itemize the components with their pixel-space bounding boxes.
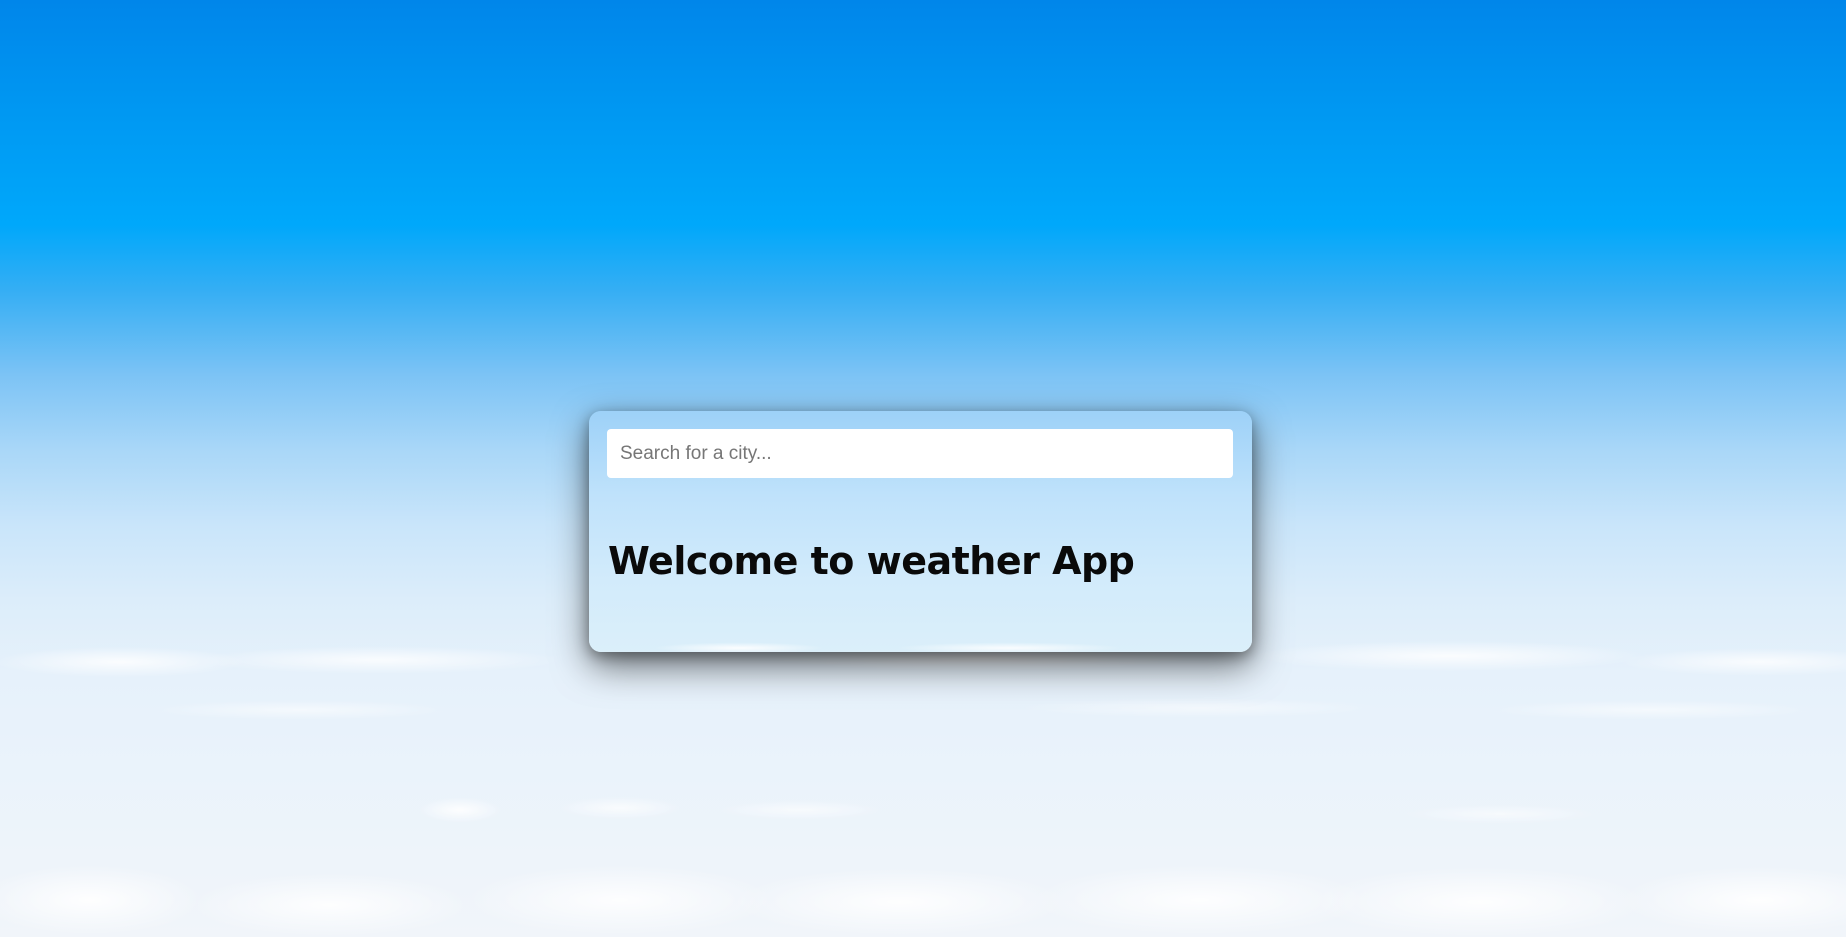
weather-card: Welcome to weather App <box>589 411 1252 652</box>
cloud-band <box>0 690 1846 730</box>
cloud-band <box>0 840 1846 937</box>
city-search-input[interactable] <box>607 429 1233 478</box>
cloud-band <box>0 780 1846 840</box>
welcome-heading: Welcome to weather App <box>608 539 1135 583</box>
app-background: { "search": { "placeholder": "Search for… <box>0 0 1846 937</box>
